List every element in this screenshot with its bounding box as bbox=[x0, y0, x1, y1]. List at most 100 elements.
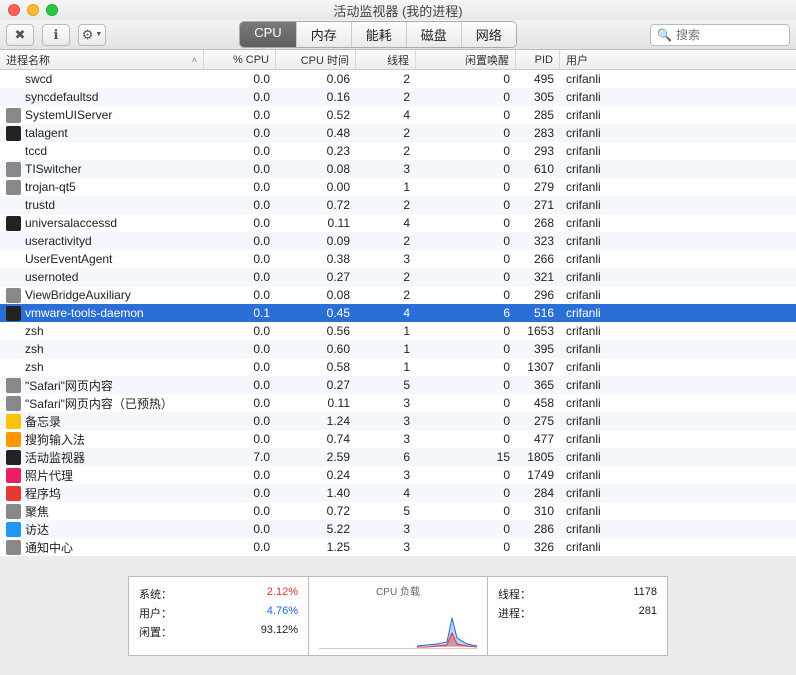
cell-thread: 3 bbox=[356, 540, 416, 554]
tab-网络[interactable]: 网络 bbox=[462, 22, 516, 47]
cell-time: 0.08 bbox=[276, 288, 356, 302]
col-header-user[interactable]: 用户 bbox=[560, 50, 796, 69]
cell-cpu: 0.1 bbox=[204, 306, 276, 320]
summary-row: 进程：281 bbox=[498, 605, 657, 621]
options-button[interactable]: ⚙▼ bbox=[78, 24, 106, 46]
cell-pid: 1653 bbox=[516, 324, 560, 338]
table-row[interactable]: trojan-qt50.00.0010279crifanli bbox=[0, 178, 796, 196]
info-icon: ℹ bbox=[54, 27, 59, 43]
process-name: 活动监视器 bbox=[25, 449, 85, 466]
cell-cpu: 0.0 bbox=[204, 72, 276, 86]
process-name: universalaccessd bbox=[25, 216, 117, 230]
cell-thread: 5 bbox=[356, 504, 416, 518]
tab-内存[interactable]: 内存 bbox=[297, 22, 352, 47]
table-row[interactable]: 照片代理0.00.24301749crifanli bbox=[0, 466, 796, 484]
table-row[interactable]: swcd0.00.0620495crifanli bbox=[0, 70, 796, 88]
table-row[interactable]: zsh0.00.6010395crifanli bbox=[0, 340, 796, 358]
table-row[interactable]: 访达0.05.2230286crifanli bbox=[0, 520, 796, 538]
tab-CPU[interactable]: CPU bbox=[240, 22, 296, 47]
cell-wake: 0 bbox=[416, 252, 516, 266]
table-row[interactable]: zsh0.00.58101307crifanli bbox=[0, 358, 796, 376]
table-row[interactable]: tccd0.00.2320293crifanli bbox=[0, 142, 796, 160]
cell-pid: 293 bbox=[516, 144, 560, 158]
process-name: swcd bbox=[25, 72, 52, 86]
cell-thread: 2 bbox=[356, 126, 416, 140]
cell-cpu: 0.0 bbox=[204, 270, 276, 284]
cell-cpu: 0.0 bbox=[204, 90, 276, 104]
table-row[interactable]: 活动监视器7.02.596151805crifanli bbox=[0, 448, 796, 466]
cell-thread: 4 bbox=[356, 486, 416, 500]
cpu-load-chart bbox=[319, 600, 477, 649]
col-header-name[interactable]: 进程名称˄ bbox=[0, 50, 204, 69]
table-row[interactable]: SystemUIServer0.00.5240285crifanli bbox=[0, 106, 796, 124]
table-row[interactable]: 程序坞0.01.4040284crifanli bbox=[0, 484, 796, 502]
table-row[interactable]: usernoted0.00.2720321crifanli bbox=[0, 268, 796, 286]
col-header-time[interactable]: CPU 时间 bbox=[276, 50, 356, 69]
tab-磁盘[interactable]: 磁盘 bbox=[407, 22, 462, 47]
cell-wake: 0 bbox=[416, 396, 516, 410]
cell-pid: 286 bbox=[516, 522, 560, 536]
table-row[interactable]: "Safari"网页内容（已预热）0.00.1130458crifanli bbox=[0, 394, 796, 412]
table-row[interactable]: universalaccessd0.00.1140268crifanli bbox=[0, 214, 796, 232]
cell-cpu: 0.0 bbox=[204, 108, 276, 122]
cell-pid: 285 bbox=[516, 108, 560, 122]
cell-user: crifanli bbox=[560, 108, 796, 122]
table-row[interactable]: ViewBridgeAuxiliary0.00.0820296crifanli bbox=[0, 286, 796, 304]
cell-pid: 516 bbox=[516, 306, 560, 320]
col-header-wake[interactable]: 闲置唤醒 bbox=[416, 50, 516, 69]
cell-user: crifanli bbox=[560, 540, 796, 554]
search-input[interactable] bbox=[676, 28, 783, 42]
table-row[interactable]: zsh0.00.56101653crifanli bbox=[0, 322, 796, 340]
table-header: 进程名称˄ % CPU CPU 时间 线程 闲置唤醒 PID 用户 bbox=[0, 50, 796, 70]
cell-cpu: 0.0 bbox=[204, 540, 276, 554]
cell-user: crifanli bbox=[560, 360, 796, 374]
cell-thread: 3 bbox=[356, 162, 416, 176]
cell-user: crifanli bbox=[560, 504, 796, 518]
cell-thread: 6 bbox=[356, 450, 416, 464]
info-button[interactable]: ℹ bbox=[42, 24, 70, 46]
process-name: trojan-qt5 bbox=[25, 180, 76, 194]
col-header-cpu[interactable]: % CPU bbox=[204, 50, 276, 69]
table-row[interactable]: 搜狗输入法0.00.7430477crifanli bbox=[0, 430, 796, 448]
col-header-pid[interactable]: PID bbox=[516, 50, 560, 69]
table-row[interactable]: UserEventAgent0.00.3830266crifanli bbox=[0, 250, 796, 268]
process-name: zsh bbox=[25, 324, 44, 338]
cell-time: 0.58 bbox=[276, 360, 356, 374]
process-name: vmware-tools-daemon bbox=[25, 306, 144, 320]
table-row[interactable]: TISwitcher0.00.0830610crifanli bbox=[0, 160, 796, 178]
process-name: 搜狗输入法 bbox=[25, 431, 85, 448]
cell-time: 0.00 bbox=[276, 180, 356, 194]
app-icon bbox=[6, 468, 21, 483]
cell-cpu: 0.0 bbox=[204, 414, 276, 428]
cell-wake: 0 bbox=[416, 288, 516, 302]
summary-row: 闲置：93.12% bbox=[139, 624, 298, 640]
table-row[interactable]: 聚焦0.00.7250310crifanli bbox=[0, 502, 796, 520]
cell-user: crifanli bbox=[560, 432, 796, 446]
app-icon bbox=[6, 270, 21, 285]
process-name: trustd bbox=[25, 198, 55, 212]
tab-能耗[interactable]: 能耗 bbox=[352, 22, 407, 47]
search-field[interactable]: 🔍 bbox=[650, 24, 790, 46]
cell-user: crifanli bbox=[560, 180, 796, 194]
cell-thread: 2 bbox=[356, 288, 416, 302]
col-header-thread[interactable]: 线程 bbox=[356, 50, 416, 69]
table-row[interactable]: 备忘录0.01.2430275crifanli bbox=[0, 412, 796, 430]
process-name: 访达 bbox=[25, 521, 49, 538]
summary-row: 用户：4.76% bbox=[139, 605, 298, 621]
cell-pid: 477 bbox=[516, 432, 560, 446]
stop-process-button[interactable]: ✖ bbox=[6, 24, 34, 46]
table-row[interactable]: vmware-tools-daemon0.10.4546516crifanli bbox=[0, 304, 796, 322]
table-row[interactable]: syncdefaultsd0.00.1620305crifanli bbox=[0, 88, 796, 106]
table-row[interactable]: useractivityd0.00.0920323crifanli bbox=[0, 232, 796, 250]
table-row[interactable]: 通知中心0.01.2530326crifanli bbox=[0, 538, 796, 556]
table-row[interactable]: "Safari"网页内容0.00.2750365crifanli bbox=[0, 376, 796, 394]
sort-indicator-icon: ˄ bbox=[192, 55, 197, 65]
cell-thread: 2 bbox=[356, 90, 416, 104]
table-row[interactable]: trustd0.00.7220271crifanli bbox=[0, 196, 796, 214]
process-name: tccd bbox=[25, 144, 47, 158]
app-icon bbox=[6, 450, 21, 465]
app-icon bbox=[6, 540, 21, 555]
cell-pid: 1749 bbox=[516, 468, 560, 482]
table-row[interactable]: talagent0.00.4820283crifanli bbox=[0, 124, 796, 142]
cell-thread: 1 bbox=[356, 342, 416, 356]
